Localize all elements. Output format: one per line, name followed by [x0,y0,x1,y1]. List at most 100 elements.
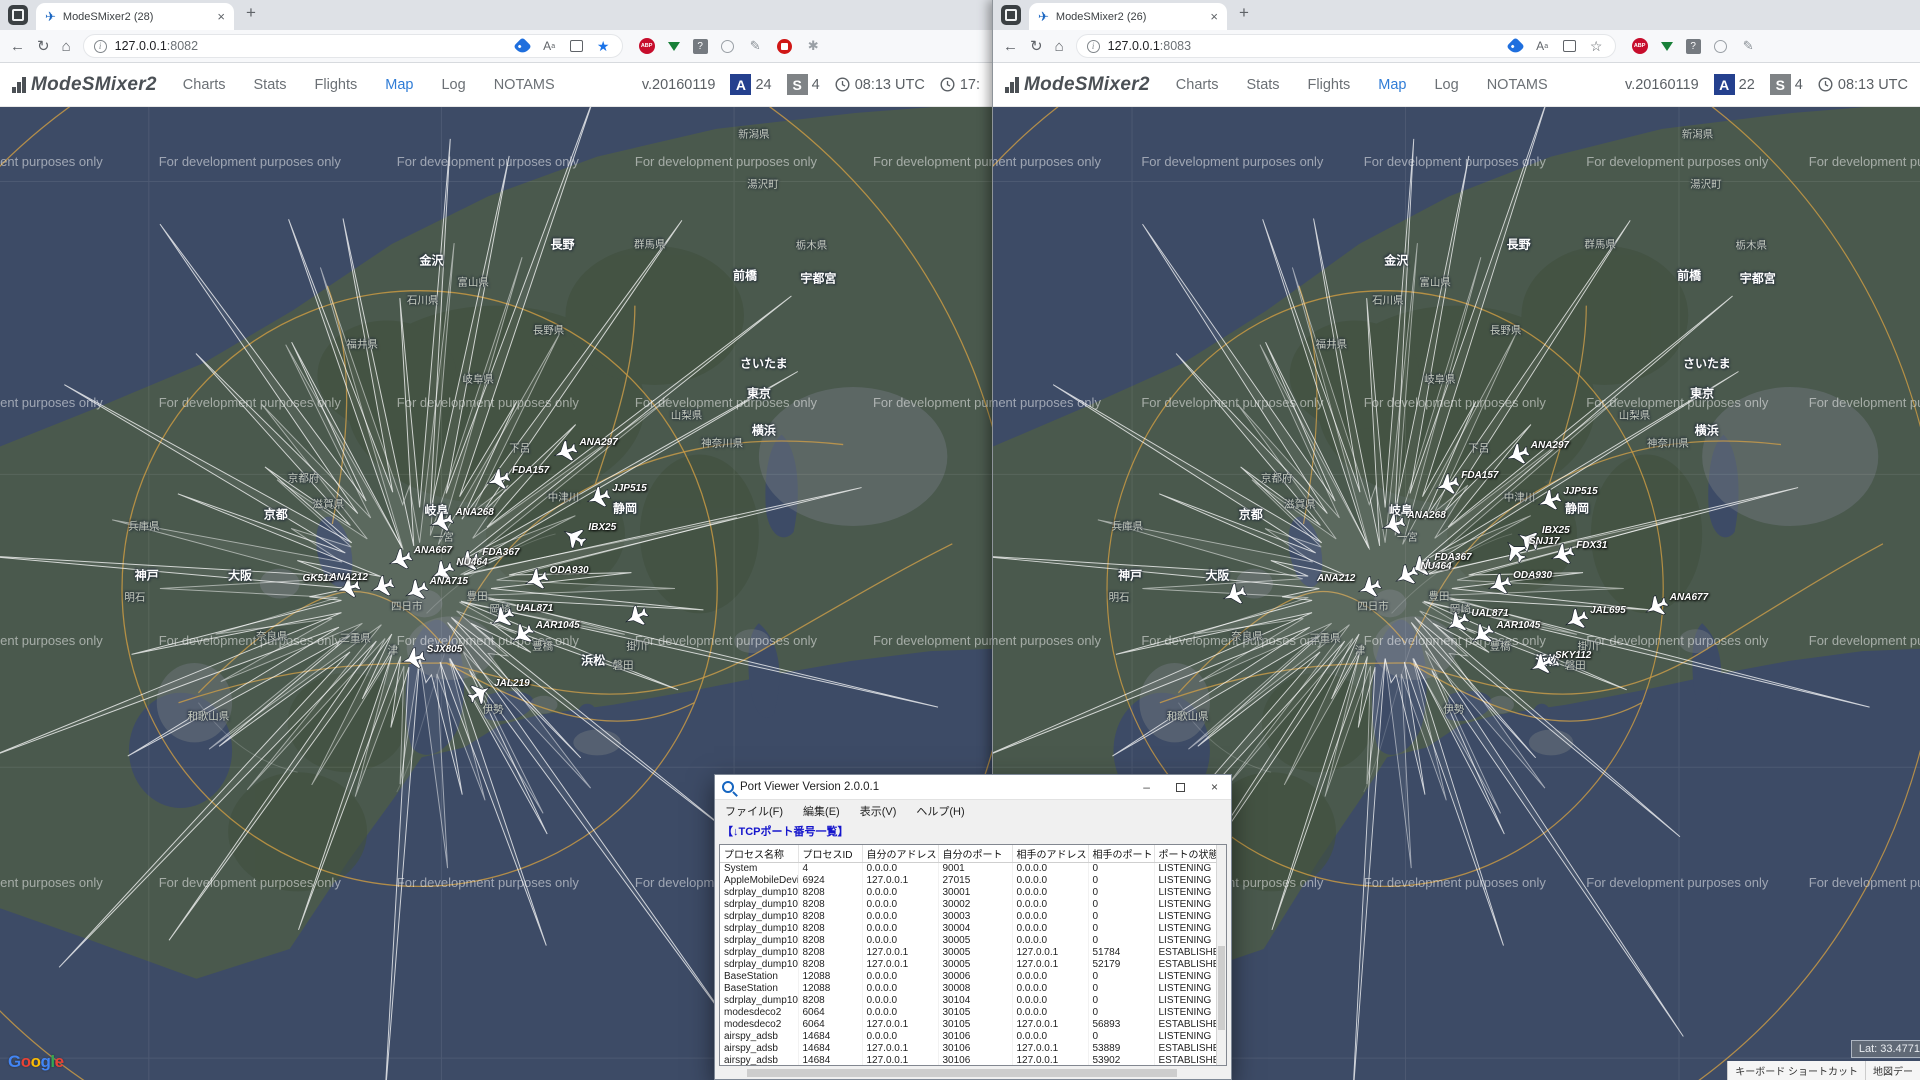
maximize-button[interactable] [1176,783,1185,792]
immersive-reader-icon[interactable] [1563,40,1576,52]
immersive-reader-icon[interactable] [570,40,583,52]
nav-map[interactable]: Map [1378,77,1406,93]
menu-edit[interactable]: 編集(E) [803,803,840,819]
keyboard-shortcuts-button[interactable]: キーボード ショートカット [1727,1061,1865,1080]
refresh-button[interactable]: ↻ [37,37,50,55]
new-tab-button[interactable]: + [246,3,256,23]
nav-notams[interactable]: NOTAMS [1487,77,1548,93]
site-info-icon[interactable]: i [94,40,107,53]
map-data-notice[interactable]: 地図デー [1865,1061,1920,1080]
google-logo[interactable]: Google [8,1052,64,1072]
port-table-row[interactable]: airspy_adsb14684127.0.0.130106127.0.0.15… [720,1043,1226,1055]
address-bar[interactable]: i 127.0.0.1:8083 Aa ☆ [1076,34,1616,58]
download-extension-icon[interactable] [668,42,680,51]
help-extension-icon[interactable]: ? [1686,39,1701,54]
port-table-row[interactable]: sdrplay_dump109082080.0.0.0300040.0.0.00… [720,923,1226,935]
home-button[interactable]: ⌂ [1055,38,1064,55]
new-tab-button[interactable]: + [1239,3,1249,23]
adblock-plus-icon[interactable]: ABP [639,38,655,54]
port-table-cell: 30003 [938,911,1012,923]
home-button[interactable]: ⌂ [62,38,71,55]
collections-tag-icon[interactable] [513,37,531,55]
address-bar[interactable]: i 127.0.0.1:8082 Aa ★ [83,34,623,58]
port-table-row[interactable]: sdrplay_dump10908208127.0.0.130005127.0.… [720,959,1226,971]
port-table-row[interactable]: sdrplay_dump109082080.0.0.0300020.0.0.00… [720,899,1226,911]
port-table-cell: 0.0.0.0 [1012,911,1088,923]
port-table-column-header[interactable]: 自分のアドレス [862,845,938,863]
menu-view[interactable]: 表示(V) [860,803,897,819]
menu-help[interactable]: ヘルプ(H) [916,803,964,819]
port-table-header[interactable]: プロセス名称プロセスID自分のアドレス自分のポート相手のアドレス相手のポートポー… [720,845,1226,863]
port-table-row[interactable]: airspy_adsb14684127.0.0.130106127.0.0.15… [720,1055,1226,1067]
port-table-row[interactable]: sdrplay_dump109082080.0.0.0301040.0.0.00… [720,995,1226,1007]
back-button[interactable]: ← [1003,38,1018,55]
nav-notams[interactable]: NOTAMS [494,77,555,93]
port-table-cell: 9001 [938,863,1012,875]
back-button[interactable]: ← [10,38,25,55]
browser-tab[interactable]: ✈ ModeSMixer2 (26) × [1029,3,1227,30]
port-table-column-header[interactable]: 自分のポート [938,845,1012,863]
nav-flights[interactable]: Flights [1308,77,1351,93]
vertical-scrollbar[interactable] [1216,845,1226,1065]
port-table-column-header[interactable]: プロセス名称 [720,845,798,863]
port-table-row[interactable]: sdrplay_dump109082080.0.0.0300050.0.0.00… [720,935,1226,947]
tcp-port-list-link[interactable]: 【↓TCPポート番号一覧】 [715,821,1231,842]
nav-stats[interactable]: Stats [254,77,287,93]
port-table-row[interactable]: sdrplay_dump109082080.0.0.0300030.0.0.00… [720,911,1226,923]
menu-file[interactable]: ファイル(F) [725,803,783,819]
add-favorite-star-icon[interactable]: ☆ [1588,38,1605,55]
ring-extension-icon[interactable] [1714,40,1727,53]
help-extension-icon[interactable]: ? [693,39,708,54]
port-table-row[interactable]: BaseStation120880.0.0.0300080.0.0.00LIST… [720,983,1226,995]
minimize-button[interactable]: – [1143,780,1150,794]
close-tab-icon[interactable]: × [1210,9,1218,24]
port-viewer-titlebar[interactable]: Port Viewer Version 2.0.0.1 – × [715,775,1231,800]
plane-favicon: ✈ [1038,9,1049,25]
stop-extension-icon[interactable] [777,39,792,54]
workspaces-icon[interactable] [8,5,28,25]
feather-extension-icon[interactable]: ✎ [747,38,764,55]
nav-log[interactable]: Log [441,77,465,93]
collections-tag-icon[interactable] [1506,37,1524,55]
feather-extension-icon[interactable]: ✎ [1740,38,1757,55]
horizontal-scrollbar[interactable] [719,1068,1227,1078]
download-extension-icon[interactable] [1661,42,1673,51]
port-table-row[interactable]: AppleMobileDevi...6924127.0.0.1270150.0.… [720,875,1226,887]
nav-log[interactable]: Log [1434,77,1458,93]
nav-map[interactable]: Map [385,77,413,93]
nav-charts[interactable]: Charts [183,77,226,93]
port-table-cell: 127.0.0.1 [1012,959,1088,971]
nav-stats[interactable]: Stats [1247,77,1280,93]
refresh-button[interactable]: ↻ [1030,37,1043,55]
ring-extension-icon[interactable] [721,40,734,53]
workspaces-icon[interactable] [1001,5,1021,25]
port-table-column-header[interactable]: 相手のアドレス [1012,845,1088,863]
port-table-row[interactable]: airspy_adsb146840.0.0.0301060.0.0.00LIST… [720,1031,1226,1043]
nav-charts[interactable]: Charts [1176,77,1219,93]
port-table-cell: 0 [1088,971,1154,983]
port-table-row[interactable]: modesdeco26064127.0.0.130105127.0.0.1568… [720,1019,1226,1031]
read-aloud-icon[interactable]: Aa [541,38,558,55]
adblock-plus-icon[interactable]: ABP [1632,38,1648,54]
port-table-column-header[interactable]: 相手のポート [1088,845,1154,863]
map-place-label: 兵庫県 [1112,519,1144,534]
nav-flights[interactable]: Flights [315,77,358,93]
port-table-row[interactable]: System40.0.0.090010.0.0.00LISTENING [720,863,1226,875]
close-tab-icon[interactable]: × [217,9,225,24]
port-table-row[interactable]: BaseStation120880.0.0.0300060.0.0.00LIST… [720,971,1226,983]
port-table-row[interactable]: sdrplay_dump10908208127.0.0.130005127.0.… [720,947,1226,959]
aircraft-label: JJP515 [1563,486,1597,497]
tab-title: ModeSMixer2 (28) [63,11,211,23]
port-table-cell: 127.0.0.1 [1012,1019,1088,1031]
port-table-cell: 6064 [798,1007,862,1019]
port-table-row[interactable]: modesdeco260640.0.0.0301050.0.0.00LISTEN… [720,1007,1226,1019]
settings-gear-icon[interactable]: ✱ [805,38,822,55]
read-aloud-icon[interactable]: Aa [1534,38,1551,55]
favorite-star-icon[interactable]: ★ [595,38,612,55]
site-info-icon[interactable]: i [1087,40,1100,53]
close-button[interactable]: × [1211,780,1218,794]
port-viewer-window: Port Viewer Version 2.0.0.1 – × ファイル(F) … [714,774,1232,1080]
port-table-row[interactable]: sdrplay_dump109082080.0.0.0300010.0.0.00… [720,887,1226,899]
port-table-column-header[interactable]: プロセスID [798,845,862,863]
browser-tab[interactable]: ✈ ModeSMixer2 (28) × [36,3,234,30]
